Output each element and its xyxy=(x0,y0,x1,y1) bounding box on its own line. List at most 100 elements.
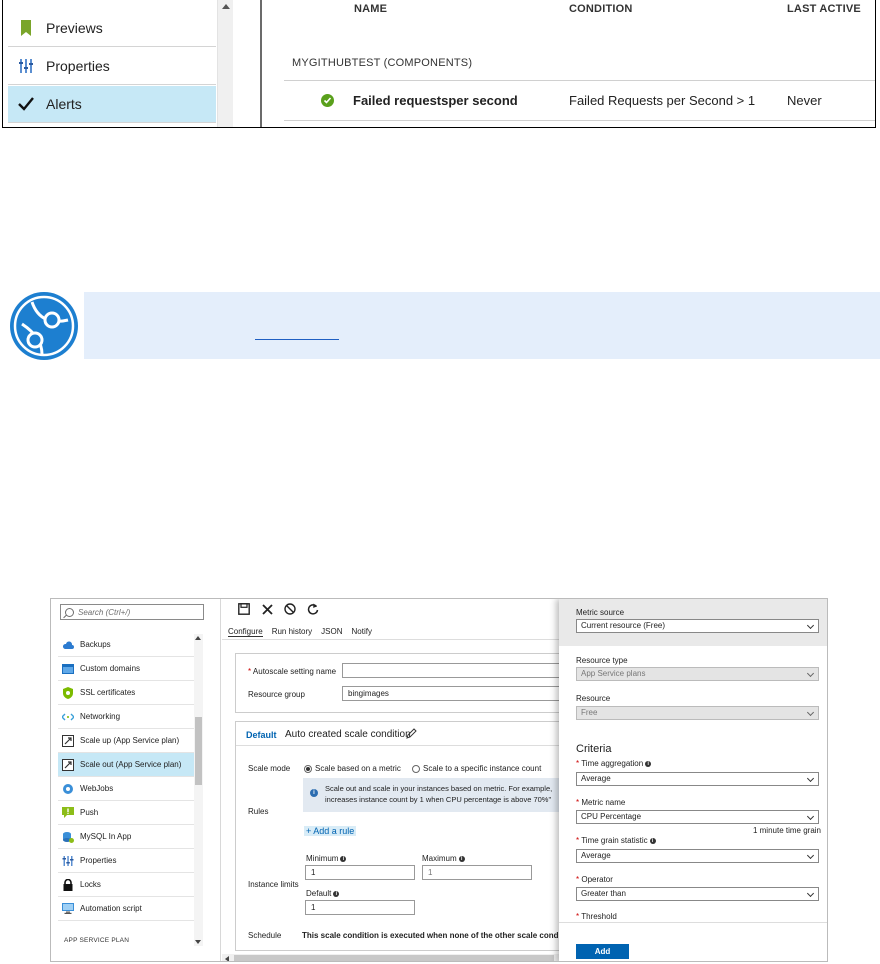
tip-banner xyxy=(0,290,880,362)
tab-json[interactable]: JSON xyxy=(321,627,342,637)
scrollbar-thumb[interactable] xyxy=(195,717,202,785)
time-aggregation-select[interactable]: Average xyxy=(576,772,819,786)
info-icon: i xyxy=(333,890,340,897)
minimum-label: Minimum i xyxy=(306,854,347,863)
menu-item-label: MySQL In App xyxy=(80,832,132,841)
menu-item-custom-domains[interactable]: Custom domains xyxy=(58,657,194,681)
menu-item-automation-script[interactable]: Automation script xyxy=(58,897,194,921)
menu-item-label: Custom domains xyxy=(80,664,141,673)
time-aggregation-label: * Time aggregation i xyxy=(576,759,652,768)
alert-name[interactable]: Failed requestsper second xyxy=(353,93,518,108)
divider xyxy=(222,639,560,640)
tab-notify[interactable]: Notify xyxy=(352,627,372,637)
menu-section-header: APP SERVICE PLAN xyxy=(64,937,130,944)
domain-icon xyxy=(62,663,74,675)
menu-item-properties[interactable]: Properties xyxy=(58,849,194,873)
scroll-up-icon[interactable] xyxy=(195,636,201,640)
pencil-icon[interactable] xyxy=(406,728,417,742)
menu-item-networking[interactable]: Networking xyxy=(58,705,194,729)
lock-icon xyxy=(62,878,74,891)
scale-mode-metric-radio[interactable]: Scale based on a metric xyxy=(304,764,401,773)
info-icon: i xyxy=(310,789,318,797)
success-check-icon xyxy=(321,94,334,107)
scrollbar-thumb[interactable] xyxy=(234,955,554,961)
tab-bar: Configure Run history JSON Notify xyxy=(228,627,372,637)
nav-item-alerts[interactable]: Alerts xyxy=(8,86,216,123)
menu-item-backups[interactable]: Backups xyxy=(58,633,194,657)
nav-item-previews[interactable]: Previews xyxy=(8,10,216,47)
add-button[interactable]: Add xyxy=(576,944,629,959)
menu-item-scale-up[interactable]: Scale up (App Service plan) xyxy=(58,729,194,753)
save-icon[interactable] xyxy=(236,603,252,619)
column-header-name[interactable]: NAME xyxy=(354,3,387,15)
tip-background xyxy=(84,292,880,359)
scroll-up-icon[interactable] xyxy=(222,4,230,9)
autoscale-blade: Configure Run history JSON Notify * Auto… xyxy=(222,599,572,961)
alert-condition: Failed Requests per Second > 1 xyxy=(569,93,756,108)
menu-item-label: Properties xyxy=(80,856,117,865)
scale-condition-card: Default Auto created scale condition Sca… xyxy=(235,721,566,951)
mysql-icon xyxy=(62,831,74,843)
scroll-down-icon[interactable] xyxy=(195,940,201,944)
search-placeholder: Search (Ctrl+/) xyxy=(78,607,131,617)
chevron-down-icon xyxy=(806,851,815,860)
search-icon xyxy=(65,607,74,617)
chevron-down-icon xyxy=(806,812,815,821)
add-rule-link[interactable]: + Add a rule xyxy=(304,826,357,836)
alerts-table: NAME CONDITION LAST ACTIVE MYGITHUBTEST … xyxy=(262,0,875,127)
divider xyxy=(559,922,827,923)
column-header-last-active[interactable]: LAST ACTIVE xyxy=(787,3,861,15)
menu-item-locks[interactable]: Locks xyxy=(58,873,194,897)
resource-group-field[interactable]: bingimages xyxy=(342,686,572,701)
menu-item-mysql-in-app[interactable]: MySQL In App xyxy=(58,825,194,849)
info-icon: i xyxy=(340,855,347,862)
default-count-label: Default i xyxy=(306,889,340,898)
menu-item-ssl-certificates[interactable]: SSL certificates xyxy=(58,681,194,705)
menu-item-webjobs[interactable]: WebJobs xyxy=(58,777,194,801)
minimum-input[interactable]: 1 xyxy=(305,865,415,880)
time-grain-note: 1 minute time grain xyxy=(752,826,821,835)
default-count-input[interactable]: 1 xyxy=(305,900,415,915)
nav-scrollbar[interactable] xyxy=(217,0,233,127)
horizontal-scrollbar[interactable] xyxy=(222,954,560,961)
scroll-left-icon[interactable] xyxy=(225,956,229,961)
autoscale-setting-name-input[interactable] xyxy=(342,663,572,678)
info-line: Scale out and scale in your instances ba… xyxy=(325,784,553,793)
operator-select[interactable]: Greater than xyxy=(576,887,819,901)
table-row[interactable]: Failed requestsper second Failed Request… xyxy=(262,86,875,116)
autoscale-settings-section: * Autoscale setting name Resource group … xyxy=(235,653,572,713)
column-header-condition[interactable]: CONDITION xyxy=(569,3,633,15)
rules-label: Rules xyxy=(248,807,269,816)
close-icon[interactable] xyxy=(259,603,275,619)
menu-item-scale-out[interactable]: Scale out (App Service plan) xyxy=(58,753,194,777)
tab-run-history[interactable]: Run history xyxy=(272,627,312,637)
menu-item-label: Networking xyxy=(80,712,121,721)
bookmark-icon xyxy=(16,20,36,36)
refresh-icon[interactable] xyxy=(305,603,321,619)
tab-configure[interactable]: Configure xyxy=(228,627,263,637)
time-grain-statistic-label: * Time grain statistic i xyxy=(576,836,656,845)
menu-item-label: Backups xyxy=(80,640,111,649)
time-grain-statistic-select[interactable]: Average xyxy=(576,849,819,863)
chevron-down-icon xyxy=(806,889,815,898)
chevron-down-icon xyxy=(806,708,815,717)
metric-source-select[interactable]: Current resource (Free) xyxy=(576,619,819,633)
nav-item-properties[interactable]: Properties xyxy=(8,48,216,85)
resource-type-select: App Service plans xyxy=(576,667,819,681)
search-input[interactable]: Search (Ctrl+/) xyxy=(60,604,204,620)
info-icon: i xyxy=(458,855,465,862)
chevron-down-icon xyxy=(806,774,815,783)
scale-mode-count-radio[interactable]: Scale to a specific instance count xyxy=(412,764,541,773)
maximum-input[interactable]: 1 xyxy=(422,865,532,880)
tip-link[interactable] xyxy=(255,328,339,340)
cloud-icon xyxy=(62,639,74,651)
metric-name-select[interactable]: CPU Percentage xyxy=(576,810,819,824)
autoscale-setting-name-label: * Autoscale setting name xyxy=(248,667,337,676)
resource-type-label: Resource type xyxy=(576,656,628,665)
disable-icon[interactable] xyxy=(282,603,298,619)
tip-logo-icon xyxy=(8,290,80,362)
menu-item-push[interactable]: Push xyxy=(58,801,194,825)
checkmark-icon xyxy=(16,97,36,111)
menu-scrollbar[interactable] xyxy=(194,634,203,946)
info-line: increases instance count by 1 when CPU p… xyxy=(325,795,552,804)
